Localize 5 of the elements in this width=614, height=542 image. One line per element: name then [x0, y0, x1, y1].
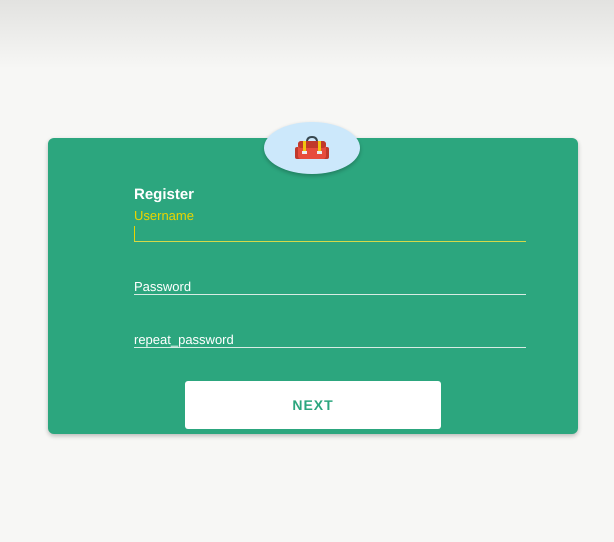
next-button[interactable]: NEXT: [185, 381, 441, 429]
input-field[interactable]: Username: [134, 208, 526, 242]
input-field[interactable]: Password: [134, 261, 526, 295]
input-field[interactable]: repeat_password: [134, 314, 526, 348]
form-title: Register: [134, 186, 196, 204]
